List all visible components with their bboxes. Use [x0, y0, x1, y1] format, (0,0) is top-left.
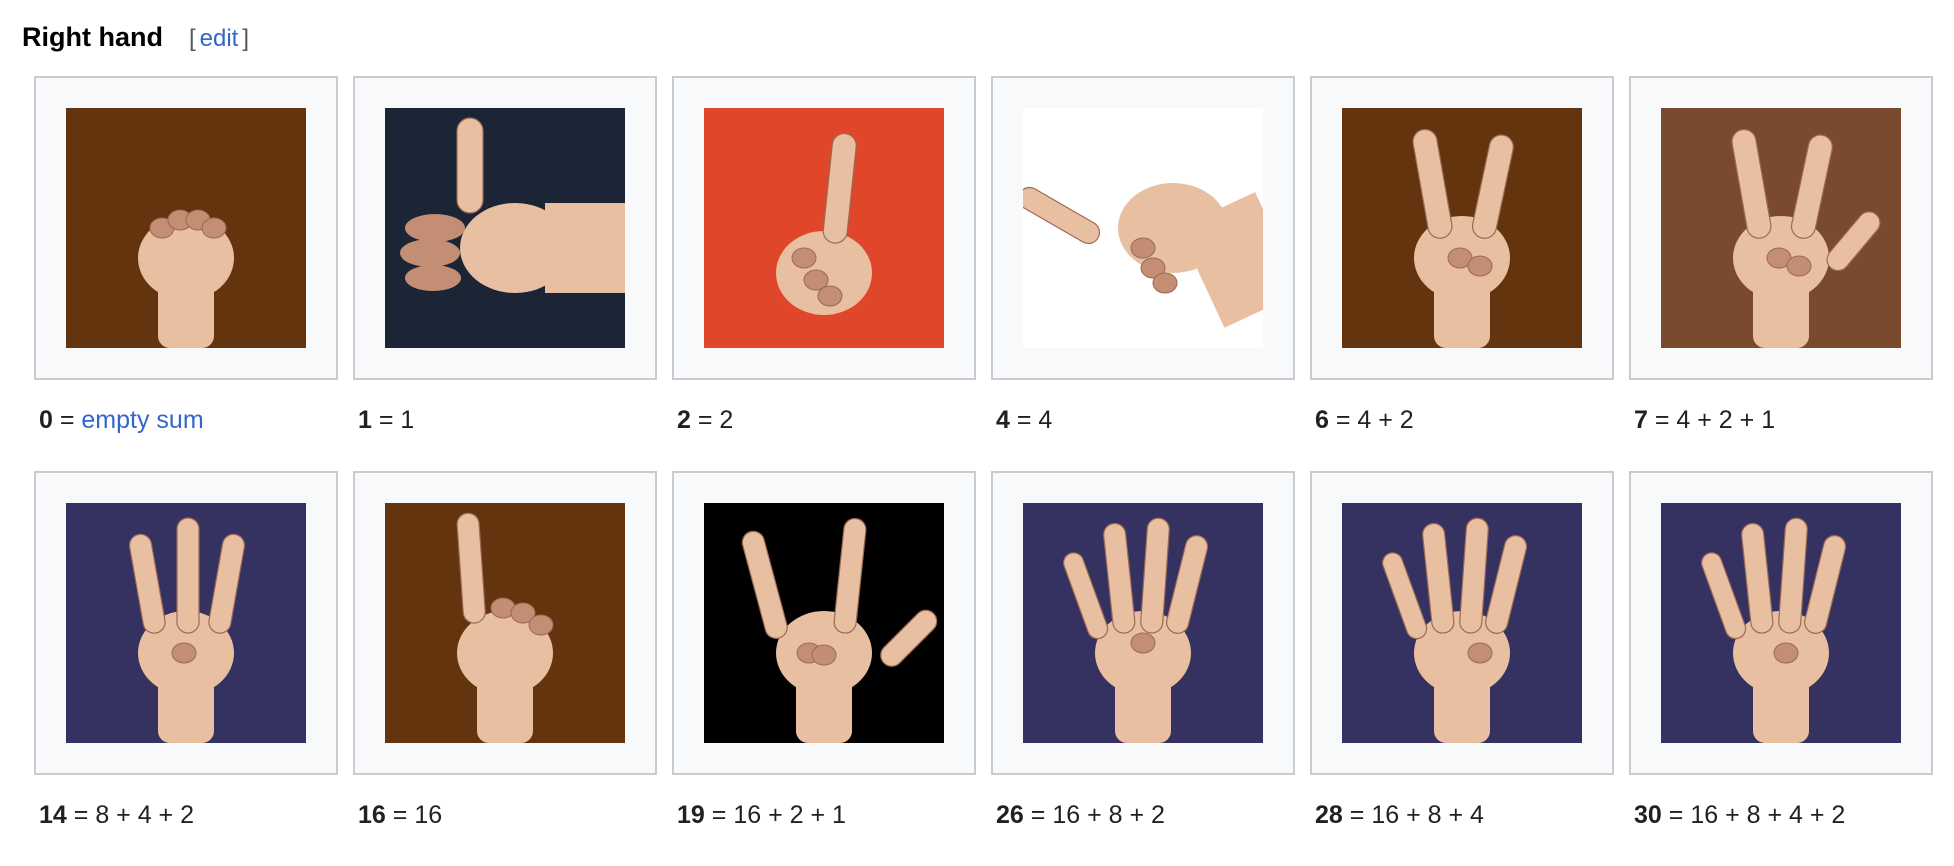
hand-photo [704, 108, 944, 348]
caption-expression: 16 + 8 + 2 [1052, 801, 1165, 829]
caption-number: 4 [996, 406, 1010, 434]
caption-link[interactable]: empty sum [81, 406, 203, 434]
gallery-caption: 19 = 16 + 2 + 1 [677, 801, 846, 829]
caption-number: 19 [677, 801, 705, 829]
caption-expression: 16 + 8 + 4 [1371, 801, 1484, 829]
caption-expression: 4 + 2 [1357, 406, 1414, 434]
hand-photo [385, 108, 625, 348]
gallery-caption: 4 = 4 [996, 406, 1053, 434]
edit-section-link-wrapper: [edit] [188, 25, 250, 52]
caption-expression: 16 + 8 + 4 + 2 [1690, 801, 1846, 829]
gallery-thumb[interactable] [34, 471, 338, 775]
gallery-thumb[interactable] [34, 76, 338, 380]
hand-photo [385, 503, 625, 743]
gallery-thumb[interactable] [991, 471, 1295, 775]
caption-number: 2 [677, 406, 691, 434]
hand-photo [1023, 108, 1263, 348]
caption-number: 0 [39, 406, 53, 434]
gallery-thumb[interactable] [672, 471, 976, 775]
gallery-caption: 16 = 16 [358, 801, 443, 829]
caption-number: 14 [39, 801, 67, 829]
caption-number: 26 [996, 801, 1024, 829]
hand-photo [1342, 108, 1582, 348]
gallery-caption: 7 = 4 + 2 + 1 [1634, 406, 1776, 434]
caption-expression: 1 [400, 406, 415, 434]
gallery-thumb[interactable] [353, 76, 657, 380]
hand-photo [1342, 503, 1582, 743]
caption-number: 30 [1634, 801, 1662, 829]
gallery-caption: 28 = 16 + 8 + 4 [1315, 801, 1484, 829]
hand-photo [1661, 503, 1901, 743]
caption-number: 16 [358, 801, 386, 829]
gallery-thumb[interactable] [672, 76, 976, 380]
hand-photo [1661, 108, 1901, 348]
gallery-caption: 1 = 1 [358, 406, 415, 434]
caption-expression: 4 [1038, 406, 1053, 434]
section-title: Right hand [22, 22, 163, 52]
hand-photo [66, 503, 306, 743]
caption-number: 7 [1634, 406, 1648, 434]
gallery-thumb[interactable] [353, 471, 657, 775]
gallery: 0 = empty sum 1 = 1 2 = 2 4 = 4 6 = 4 + 2 7 =… [34, 76, 1933, 866]
caption-expression: 2 [719, 406, 734, 434]
caption-number: 6 [1315, 406, 1329, 434]
caption-expression: 16 + 2 + 1 [733, 801, 846, 829]
caption-expression: 16 [414, 801, 443, 829]
gallery-thumb[interactable] [1310, 76, 1614, 380]
hand-photo [704, 503, 944, 743]
caption-number: 28 [1315, 801, 1343, 829]
caption-expression: 8 + 4 + 2 [95, 801, 195, 829]
hand-photo [66, 108, 306, 348]
gallery-thumb[interactable] [1629, 471, 1933, 775]
gallery-caption: 6 = 4 + 2 [1315, 406, 1414, 434]
hand-photo [1023, 503, 1263, 743]
gallery-thumb[interactable] [1629, 76, 1933, 380]
section-heading: Right hand [edit] [22, 22, 249, 53]
gallery-caption: 26 = 16 + 8 + 2 [996, 801, 1165, 829]
gallery-thumb[interactable] [1310, 471, 1614, 775]
gallery-thumb[interactable] [991, 76, 1295, 380]
gallery-caption: 0 = empty sum [39, 406, 204, 434]
caption-expression: 4 + 2 + 1 [1676, 406, 1776, 434]
gallery-caption: 14 = 8 + 4 + 2 [39, 801, 195, 829]
gallery-caption: 2 = 2 [677, 406, 734, 434]
gallery-caption: 30 = 16 + 8 + 4 + 2 [1634, 801, 1846, 829]
caption-number: 1 [358, 406, 372, 434]
edit-section-link[interactable]: edit [196, 25, 243, 52]
